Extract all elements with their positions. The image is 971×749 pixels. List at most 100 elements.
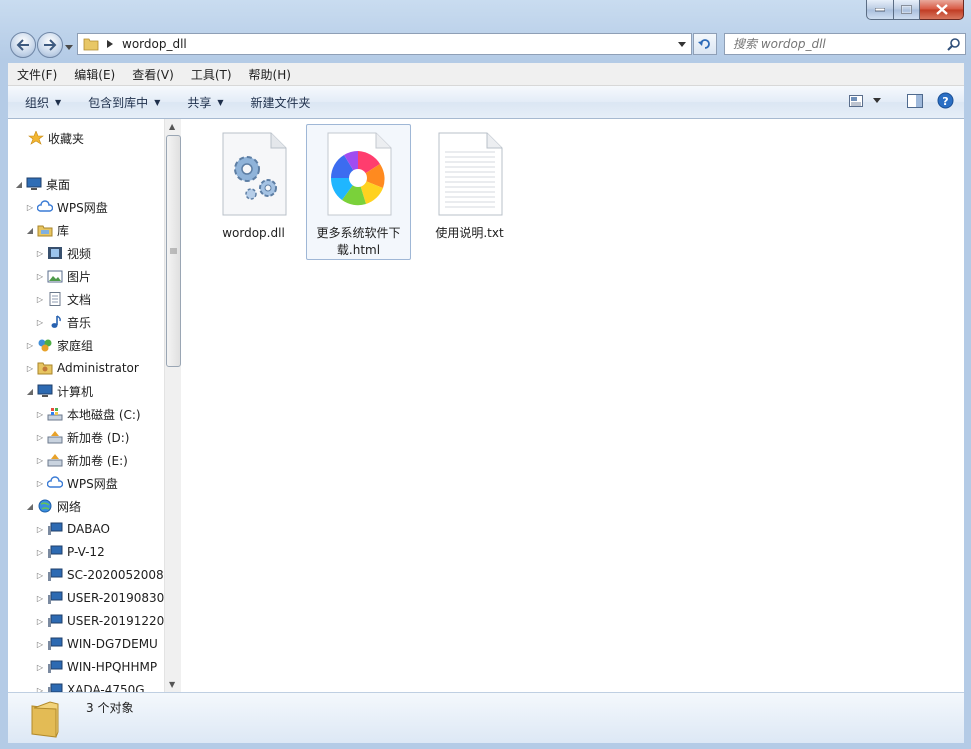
collapsed-arrow-icon[interactable]: ▷	[25, 203, 35, 212]
tree-computer[interactable]: ◢ 计算机	[25, 382, 93, 400]
dll-file-icon	[221, 132, 287, 216]
tree-wps-cloud[interactable]: ▷ WPS网盘	[25, 198, 108, 216]
file-item-selected[interactable]: 更多系统软件下载.html	[306, 124, 411, 260]
tree-videos[interactable]: ▷ 视频	[35, 244, 91, 262]
include-in-library-button[interactable]: 包含到库中 ▼	[71, 94, 170, 111]
collapsed-arrow-icon[interactable]: ▷	[35, 617, 45, 626]
tree-network-host[interactable]: ▷ WIN-HPQHHMP	[35, 658, 157, 676]
help-icon[interactable]: ?	[937, 92, 954, 109]
minimize-icon	[875, 7, 885, 11]
refresh-button[interactable]	[693, 33, 717, 55]
address-path[interactable]: wordop_dll	[122, 37, 187, 51]
expanded-arrow-icon[interactable]: ◢	[14, 180, 24, 189]
maximize-button[interactable]	[894, 0, 920, 20]
chevron-down-icon: ▼	[217, 97, 224, 107]
tree-drive-c[interactable]: ▷ 本地磁盘 (C:)	[35, 405, 141, 423]
tree-label: WIN-DG7DEMU	[67, 637, 158, 651]
text-file-icon	[437, 132, 503, 216]
tree-network-host[interactable]: ▷ WIN-DG7DEMU	[35, 635, 158, 653]
collapsed-arrow-icon[interactable]: ▷	[35, 479, 45, 488]
collapsed-arrow-icon[interactable]: ▷	[35, 433, 45, 442]
expanded-arrow-icon[interactable]: ◢	[25, 502, 35, 511]
minimize-button[interactable]	[866, 0, 894, 20]
organize-button[interactable]: 组织 ▼	[8, 94, 71, 111]
tree-network-host[interactable]: ▷ DABAO	[35, 520, 110, 538]
tree-drive-d[interactable]: ▷ 新加卷 (D:)	[35, 428, 130, 446]
user-folder-icon	[37, 362, 53, 375]
chevron-down-icon: ▼	[154, 97, 161, 107]
menu-file[interactable]: 文件(F)	[8, 66, 65, 83]
tree-library[interactable]: ◢ 库	[25, 221, 69, 239]
tree-network-host[interactable]: ▷ USER-20190830I	[35, 589, 164, 607]
tree-music[interactable]: ▷ 音乐	[35, 313, 91, 331]
tree-administrator[interactable]: ▷ Administrator	[25, 359, 139, 377]
collapsed-arrow-icon[interactable]: ▷	[35, 318, 45, 327]
tree-network-host[interactable]: ▷ USER-20191220I	[35, 612, 164, 630]
tree-network-host[interactable]: ▷ XADA-4750G	[35, 681, 145, 692]
collapsed-arrow-icon[interactable]: ▷	[35, 548, 45, 557]
tree-desktop[interactable]: ◢ 桌面	[14, 175, 70, 193]
tree-label: XADA-4750G	[67, 683, 145, 692]
folder-icon	[83, 38, 99, 51]
share-button[interactable]: 共享 ▼	[170, 94, 233, 111]
tree-label: 计算机	[57, 384, 94, 399]
change-view-button[interactable]	[849, 94, 881, 107]
item-count: 3 个对象	[86, 701, 134, 715]
tree-network-host[interactable]: ▷ P-V-12	[35, 543, 105, 561]
tree-drive-e[interactable]: ▷ 新加卷 (E:)	[35, 451, 128, 469]
collapsed-arrow-icon[interactable]: ▷	[35, 272, 45, 281]
tree-documents[interactable]: ▷ 文档	[35, 290, 91, 308]
collapsed-arrow-icon[interactable]: ▷	[35, 640, 45, 649]
menu-help[interactable]: 帮助(H)	[240, 66, 299, 83]
collapsed-arrow-icon[interactable]: ▷	[35, 456, 45, 465]
arrow-right-icon	[44, 39, 57, 51]
collapsed-arrow-icon[interactable]: ▷	[35, 663, 45, 672]
breadcrumb-arrow-icon[interactable]	[107, 40, 113, 48]
scrollbar-thumb[interactable]	[166, 135, 181, 367]
tree-homegroup[interactable]: ▷ 家庭组	[25, 336, 93, 354]
svg-text:?: ?	[942, 95, 948, 108]
chevron-down-icon	[65, 45, 73, 50]
network-computer-icon	[48, 591, 63, 604]
preview-pane-icon[interactable]	[907, 93, 923, 108]
collapsed-arrow-icon[interactable]: ▷	[35, 571, 45, 580]
search-input[interactable]	[725, 36, 947, 52]
arrow-left-icon	[16, 39, 29, 51]
collapsed-arrow-icon[interactable]: ▷	[25, 364, 35, 373]
file-item[interactable]: 使用说明.txt	[417, 124, 522, 260]
menu-edit[interactable]: 编辑(E)	[65, 66, 123, 83]
tree-wps-cloud-2[interactable]: ▷ WPS网盘	[35, 474, 118, 492]
tree-favorites[interactable]: 收藏夹	[26, 129, 84, 147]
collapsed-arrow-icon[interactable]: ▷	[25, 341, 35, 350]
forward-button[interactable]	[37, 32, 63, 58]
collapsed-arrow-icon[interactable]: ▷	[35, 410, 45, 419]
collapsed-arrow-icon[interactable]: ▷	[35, 594, 45, 603]
address-bar[interactable]: wordop_dll	[77, 33, 692, 55]
chevron-down-icon	[873, 98, 881, 103]
address-dropdown-icon[interactable]	[678, 41, 686, 47]
expanded-arrow-icon[interactable]: ◢	[25, 387, 35, 396]
file-list[interactable]: wordop.dll 更多系统软件下载.html 使用说明.txt	[181, 119, 964, 692]
navigation-scrollbar[interactable]: ▲ ▼	[164, 119, 181, 692]
search-box[interactable]	[724, 33, 966, 55]
search-icon[interactable]	[947, 37, 960, 51]
back-button[interactable]	[10, 32, 36, 58]
collapsed-arrow-icon[interactable]: ▷	[35, 249, 45, 258]
drive-icon	[47, 454, 63, 467]
network-computer-icon	[48, 660, 63, 673]
menu-view[interactable]: 查看(V)	[123, 66, 182, 83]
file-item[interactable]: wordop.dll	[201, 124, 306, 260]
tree-network-host[interactable]: ▷ SC-20200520083	[35, 566, 164, 584]
menu-tools[interactable]: 工具(T)	[182, 66, 240, 83]
recent-pages-dropdown[interactable]	[65, 39, 73, 53]
scroll-up-icon[interactable]: ▲	[169, 122, 175, 131]
new-folder-button[interactable]: 新建文件夹	[234, 94, 321, 111]
collapsed-arrow-icon[interactable]: ▷	[35, 295, 45, 304]
tree-pictures[interactable]: ▷ 图片	[35, 267, 91, 285]
tree-network[interactable]: ◢ 网络	[25, 497, 81, 515]
expanded-arrow-icon[interactable]: ◢	[25, 226, 35, 235]
close-button[interactable]	[920, 0, 964, 20]
collapsed-arrow-icon[interactable]: ▷	[35, 525, 45, 534]
tree-label: 本地磁盘 (C:)	[67, 407, 141, 422]
scroll-down-icon[interactable]: ▼	[169, 680, 175, 689]
